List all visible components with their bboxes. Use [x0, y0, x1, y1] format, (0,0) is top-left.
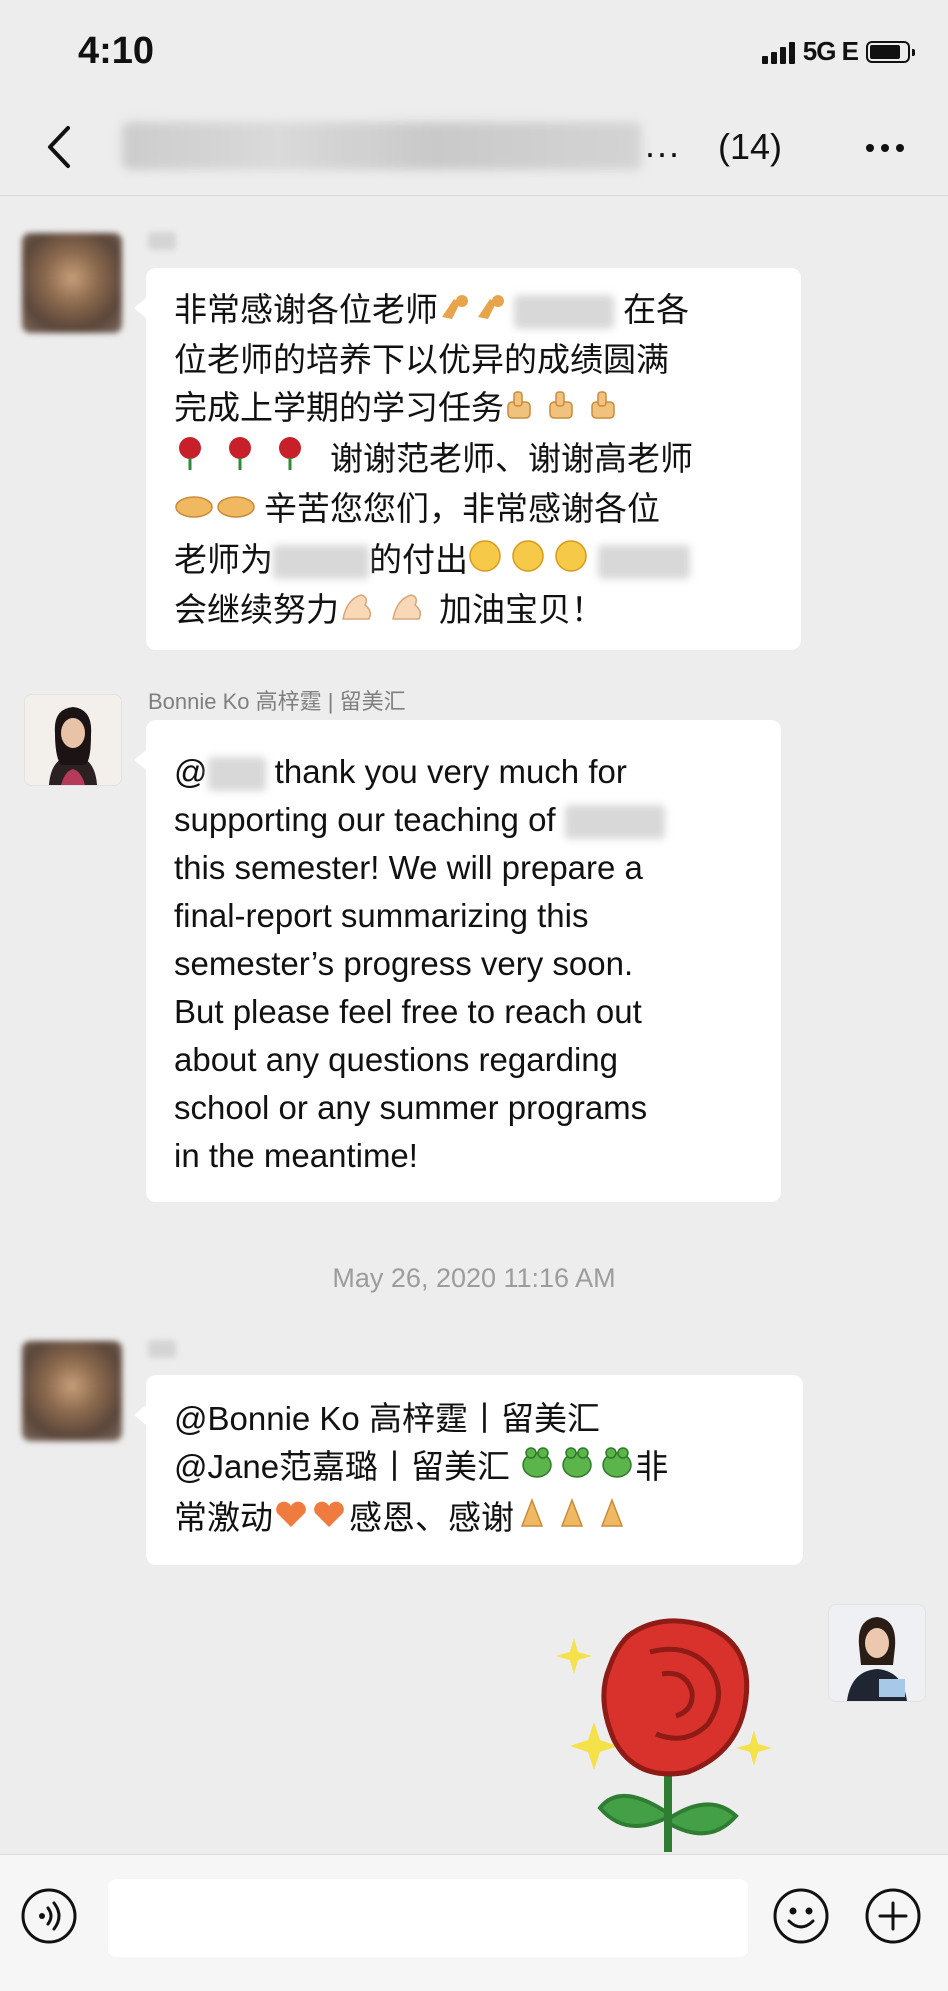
sender-name-redacted — [148, 1340, 176, 1358]
avatar[interactable] — [24, 694, 122, 786]
text: 常激动 — [174, 1498, 273, 1536]
redacted-name — [273, 544, 369, 579]
avatar-self[interactable] — [828, 1604, 926, 1702]
text: this semester! We will prepare a — [174, 849, 643, 886]
voice-icon[interactable] — [20, 1887, 78, 1945]
status-time: 4:10 — [78, 30, 155, 72]
text: @Jane范嘉璐丨留美汇 — [174, 1448, 511, 1485]
plus-icon[interactable] — [864, 1887, 922, 1945]
rose-emoji-icon — [174, 436, 330, 485]
orange-heart-emoji-icon — [273, 1496, 349, 1544]
avatar[interactable] — [22, 233, 122, 333]
message-bubble-3[interactable]: @Bonnie Ko 高梓霆丨留美汇 @Jane范嘉璐丨留美汇 非 常激动 感恩… — [134, 1375, 803, 1565]
text: about any questions regarding — [174, 1041, 618, 1078]
redacted-name — [207, 757, 266, 792]
rose-sticker[interactable] — [540, 1612, 780, 1852]
sparkle-icon — [556, 1638, 592, 1674]
sender-name-redacted — [148, 232, 176, 250]
text: school or any summer programs — [174, 1089, 648, 1126]
text: 加油宝贝！ — [439, 590, 604, 628]
sender-name: Bonnie Ko 高梓霆 | 留美汇 — [148, 689, 406, 714]
sparkle-icon — [736, 1730, 772, 1766]
text: 辛苦您您们，非常感谢各位 — [264, 490, 660, 528]
handshake-emoji-icon — [174, 488, 264, 536]
emoji-icon[interactable] — [772, 1887, 830, 1945]
text: @Bonnie Ko 高梓霆丨留美汇 — [174, 1400, 600, 1437]
avatar[interactable] — [22, 1341, 122, 1441]
text: 完成上学期的学习任务 — [174, 389, 504, 427]
text: supporting our teaching of — [174, 801, 556, 838]
folded-hands-emoji-icon — [514, 1496, 630, 1545]
text: But please feel free to reach out — [174, 993, 642, 1030]
frog-emoji-icon — [519, 1445, 635, 1494]
status-bar: 4:10 5G E — [0, 0, 948, 100]
redacted-name — [514, 295, 614, 330]
message-input[interactable] — [108, 1879, 748, 1957]
input-bar — [0, 1854, 948, 1991]
more-dots-icon[interactable] — [866, 144, 904, 152]
text: 感恩、感谢 — [349, 1498, 514, 1536]
relieved-face-emoji-icon — [468, 538, 598, 586]
text: 位老师的培养下以优异的成绩圆满 — [174, 341, 669, 379]
text: in the meantime! — [174, 1137, 418, 1174]
text: 非 — [635, 1448, 669, 1485]
signal-icon — [761, 40, 795, 64]
text: semester’s progress very soon. — [174, 945, 634, 982]
title-ellipsis: ... — [645, 124, 682, 165]
flexed-biceps-emoji-icon — [339, 588, 439, 636]
member-count: (14) — [718, 126, 783, 167]
battery-icon — [866, 40, 915, 63]
text: 的付出 — [369, 540, 468, 578]
redacted-name — [598, 544, 690, 579]
ok-hand-emoji-icon — [438, 288, 514, 336]
message-bubble-1[interactable]: 非常感谢各位老师 在各 位老师的培养下以优异的成绩圆满 完成上学期的学习任务 谢… — [134, 268, 801, 650]
text: 谢谢范老师、谢谢高老师 — [330, 439, 693, 477]
text: final-report summarizing this — [174, 897, 589, 934]
text: thank you very much for — [265, 753, 627, 790]
text: 老师为 — [174, 540, 273, 578]
thumbs-up-emoji-icon — [504, 387, 630, 435]
status-indicators: 5G E — [761, 36, 915, 67]
text: @ — [174, 753, 208, 790]
network-type: 5G E — [802, 36, 859, 66]
message-bubble-2[interactable]: @ thank you very much for supporting our… — [134, 720, 781, 1202]
text: 非常感谢各位老师 — [174, 291, 438, 328]
chat-header: ... (14) — [0, 100, 948, 196]
text: 在各 — [623, 291, 690, 328]
chevron-left-icon[interactable] — [40, 122, 80, 172]
chat-timestamp: May 26, 2020 11:16 AM — [332, 1263, 616, 1293]
text: 会继续努力 — [174, 590, 339, 628]
redacted-name — [564, 805, 665, 840]
chat-title-redacted — [122, 122, 642, 170]
